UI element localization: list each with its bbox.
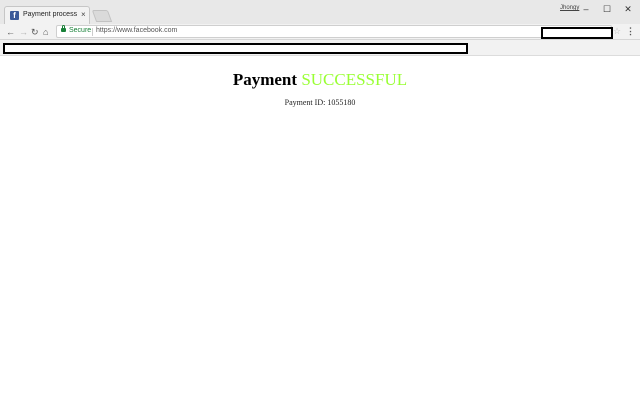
bookmarks-bar: [0, 40, 640, 56]
secure-label[interactable]: Secure: [69, 27, 91, 34]
reload-icon[interactable]: ↻: [31, 26, 39, 38]
tab-title: Payment process: [23, 11, 78, 18]
title-prefix: Payment: [232, 70, 298, 89]
menu-icon[interactable]: ⋮: [626, 25, 635, 37]
redacted-bookmarks: [3, 43, 468, 54]
address-divider: [92, 28, 93, 36]
tab-payment-process[interactable]: f Payment process ×: [4, 6, 90, 24]
payment-id-value: 1055180: [327, 98, 356, 107]
back-icon[interactable]: ←: [6, 26, 15, 38]
maximize-icon[interactable]: ☐: [597, 2, 617, 16]
forward-icon[interactable]: →: [19, 26, 28, 38]
title-bar: f Payment process × Jhongy – ☐ ✕: [0, 0, 640, 24]
browser-toolbar: ← → ↻ ⌂ Secure https://www.facebook.com …: [0, 24, 640, 40]
new-tab-button[interactable]: [91, 10, 113, 22]
url-text[interactable]: https://www.facebook.com: [96, 27, 177, 34]
facebook-icon: f: [10, 11, 19, 20]
close-window-icon[interactable]: ✕: [618, 2, 638, 16]
lock-icon[interactable]: [61, 25, 66, 32]
address-bar[interactable]: Secure https://www.facebook.com: [56, 25, 613, 39]
home-icon[interactable]: ⌂: [43, 26, 48, 38]
close-tab-icon[interactable]: ×: [81, 10, 86, 20]
status-text: SUCCESSFUL: [301, 70, 408, 89]
payment-id: Payment ID: 1055180: [0, 98, 640, 107]
minimize-icon[interactable]: –: [576, 2, 596, 16]
payment-id-label: Payment ID:: [284, 98, 326, 107]
redacted-extension-area: [541, 27, 613, 39]
page-title: Payment SUCCESSFUL: [0, 70, 640, 90]
bookmark-star-icon[interactable]: ☆: [613, 25, 621, 37]
